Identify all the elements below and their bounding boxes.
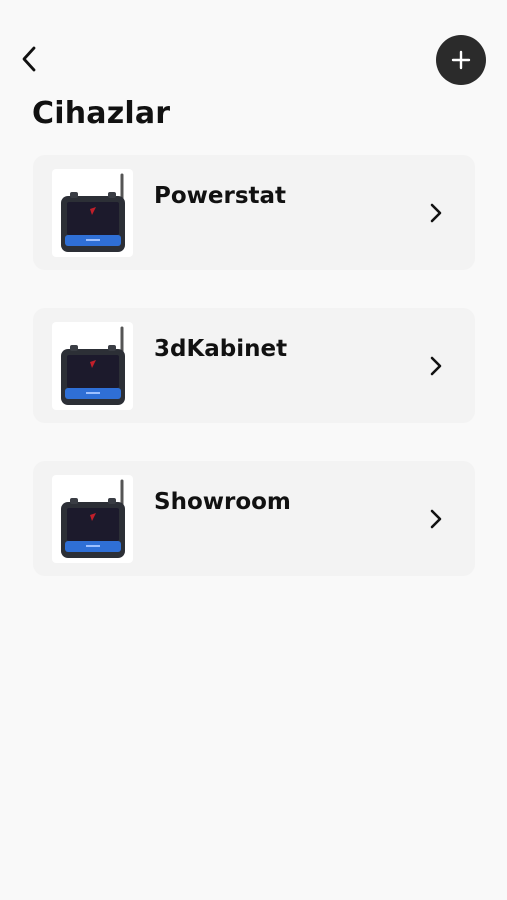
device-name: 3dKabinet xyxy=(154,336,288,362)
thermostat-device-image xyxy=(61,326,125,405)
device-card-powerstat[interactable]: Powerstat xyxy=(33,155,475,270)
chevron-right-icon xyxy=(428,355,444,377)
device-image xyxy=(52,475,133,563)
chevron-left-icon xyxy=(22,46,36,72)
device-name: Showroom xyxy=(154,489,291,515)
device-name: Powerstat xyxy=(154,183,287,209)
device-image xyxy=(52,322,133,410)
device-card-3dkabinet[interactable]: 3dKabinet xyxy=(33,308,475,423)
thermostat-device-image xyxy=(61,173,125,252)
plus-icon xyxy=(451,50,471,70)
page-title: Cihazlar xyxy=(32,96,171,131)
back-button[interactable] xyxy=(14,42,44,76)
add-device-button[interactable] xyxy=(436,35,486,85)
chevron-right-icon xyxy=(428,508,444,530)
thermostat-device-image xyxy=(61,479,125,558)
device-list: Powerstat 3dKabinet Showroom xyxy=(33,155,475,614)
chevron-right-icon xyxy=(428,202,444,224)
device-card-showroom[interactable]: Showroom xyxy=(33,461,475,576)
device-image xyxy=(52,169,133,257)
